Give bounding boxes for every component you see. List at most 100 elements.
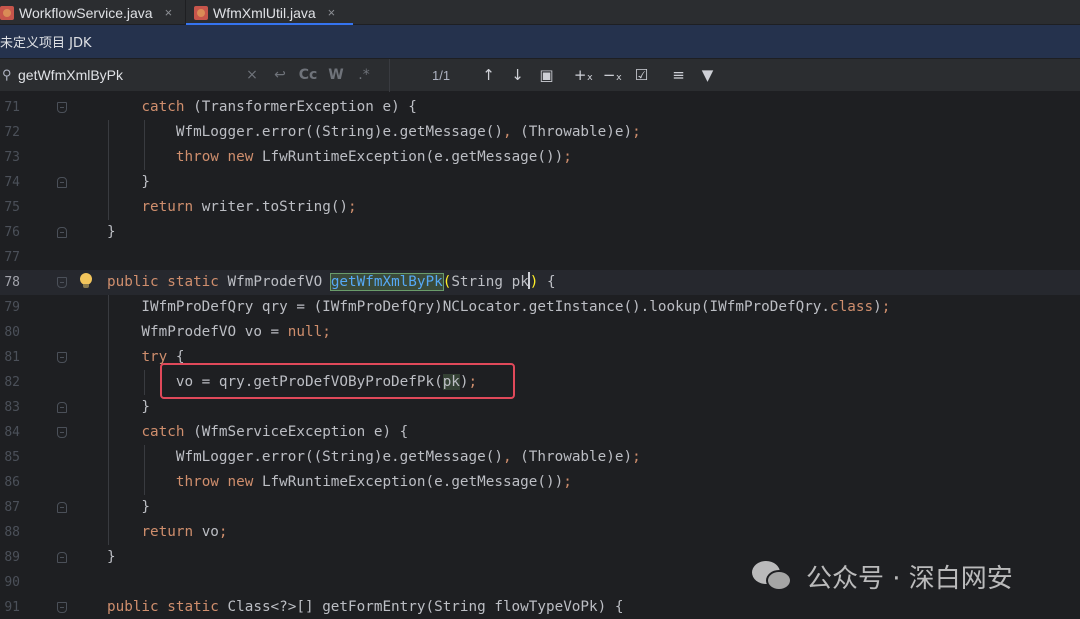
notification-text: 未定义项目 JDK bbox=[0, 36, 92, 51]
line-number: 89 bbox=[4, 550, 20, 565]
code-text: return vo; bbox=[141, 524, 228, 540]
line-number: 91 bbox=[4, 600, 20, 615]
indent-guide bbox=[144, 445, 145, 495]
fold-icon[interactable] bbox=[57, 177, 67, 188]
code-text: } bbox=[107, 224, 116, 240]
code-line: 73 throw new LfwRuntimeException(e.getMe… bbox=[0, 145, 1080, 170]
fold-icon[interactable] bbox=[57, 227, 67, 238]
fold-icon[interactable] bbox=[57, 552, 67, 563]
fold-icon[interactable] bbox=[57, 277, 67, 288]
code-line: 75 return writer.toString(); bbox=[0, 195, 1080, 220]
remove-occurrence-icon[interactable]: −ₓ bbox=[598, 66, 627, 84]
code-text: public static WfmProdefVO getWfmXmlByPk(… bbox=[107, 272, 556, 291]
tab-wfmxmlutil[interactable]: WfmXmlUtil.java × bbox=[186, 0, 353, 26]
code-text: } bbox=[107, 499, 151, 515]
fold-icon[interactable] bbox=[57, 102, 67, 113]
line-number: 74 bbox=[4, 175, 20, 190]
regex-button[interactable]: .* bbox=[350, 67, 378, 83]
code-line: 72 WfmLogger.error((String)e.getMessage(… bbox=[0, 120, 1080, 145]
tab-label: WfmXmlUtil.java bbox=[213, 4, 316, 21]
watermark-text: 公众号 · 深白网安 bbox=[806, 563, 1013, 594]
match-count: 1/1 bbox=[432, 67, 451, 83]
line-number: 85 bbox=[4, 450, 20, 465]
line-number: 71 bbox=[4, 100, 20, 115]
close-icon[interactable]: × bbox=[328, 5, 336, 20]
lightbulb-icon[interactable] bbox=[79, 273, 93, 290]
select-all-occurrences-icon[interactable]: ▣ bbox=[532, 66, 561, 84]
code-line: 80 WfmProdefVO vo = null; bbox=[0, 320, 1080, 345]
search-input[interactable] bbox=[18, 67, 238, 83]
java-file-icon bbox=[194, 5, 208, 20]
wechat-logo-icon bbox=[752, 557, 796, 595]
indent-guide bbox=[144, 370, 145, 395]
find-toolbar: ⚲ × ↩ Cc W .* 1/1 ↑ ↓ ▣ +ₓ −ₓ ☑ ≡ ▼ bbox=[0, 58, 1080, 92]
clear-search-icon[interactable]: × bbox=[238, 67, 266, 83]
code-line: 76 } bbox=[0, 220, 1080, 245]
fold-icon[interactable] bbox=[57, 502, 67, 513]
search-icon[interactable]: ⚲ bbox=[2, 67, 16, 83]
line-number: 72 bbox=[4, 125, 20, 140]
fold-icon[interactable] bbox=[57, 402, 67, 413]
new-line-icon[interactable]: ↩ bbox=[266, 67, 294, 83]
add-occurrence-icon[interactable]: +ₓ bbox=[569, 66, 598, 84]
previous-occurrence-icon[interactable]: ↑ bbox=[474, 66, 503, 84]
code-editor[interactable]: 71 catch (TransformerException e) { 72 W… bbox=[0, 92, 1080, 619]
fold-icon[interactable] bbox=[57, 602, 67, 613]
line-number: 82 bbox=[4, 375, 20, 390]
code-text: return writer.toString(); bbox=[141, 199, 357, 215]
line-number: 86 bbox=[4, 475, 20, 490]
code-line: 79 IWfmProDefQry qry = (IWfmProDefQry)NC… bbox=[0, 295, 1080, 320]
code-line: 85 WfmLogger.error((String)e.getMessage(… bbox=[0, 445, 1080, 470]
code-text: } bbox=[107, 174, 151, 190]
line-number: 80 bbox=[4, 325, 20, 340]
code-line: 87 } bbox=[0, 495, 1080, 520]
line-number: 78 bbox=[4, 275, 20, 290]
fold-icon[interactable] bbox=[57, 427, 67, 438]
code-line: 86 throw new LfwRuntimeException(e.getMe… bbox=[0, 470, 1080, 495]
code-text: WfmProdefVO vo = null; bbox=[107, 324, 331, 340]
code-line: 74 } bbox=[0, 170, 1080, 195]
close-icon[interactable]: × bbox=[165, 5, 173, 20]
code-text: IWfmProDefQry qry = (IWfmProDefQry)NCLoc… bbox=[107, 299, 891, 315]
code-text: catch (TransformerException e) { bbox=[141, 99, 417, 115]
next-occurrence-icon[interactable]: ↓ bbox=[503, 66, 532, 84]
line-number: 73 bbox=[4, 150, 20, 165]
highlight-annotation-box bbox=[160, 363, 515, 399]
code-line: 71 catch (TransformerException e) { bbox=[0, 95, 1080, 120]
editor-tab-bar: WorkflowService.java × WfmXmlUtil.java × bbox=[0, 0, 1080, 26]
code-text: WfmLogger.error((String)e.getMessage(), … bbox=[107, 449, 641, 465]
code-text: } bbox=[107, 399, 151, 415]
search-field-group: ⚲ × ↩ Cc W .* bbox=[0, 58, 390, 92]
line-number: 79 bbox=[4, 300, 20, 315]
code-text: public static Class<?>[] getFormEntry(St… bbox=[107, 599, 624, 615]
code-line-current: 78 public static WfmProdefVO getWfmXmlBy… bbox=[0, 270, 1080, 295]
code-line: 84 catch (WfmServiceException e) { bbox=[0, 420, 1080, 445]
jdk-notification-bar: 未定义项目 JDK bbox=[0, 25, 1080, 59]
line-number: 90 bbox=[4, 575, 20, 590]
tab-label: WorkflowService.java bbox=[19, 4, 153, 21]
java-file-icon bbox=[0, 5, 14, 20]
whole-words-button[interactable]: W bbox=[322, 67, 350, 83]
indent-guide bbox=[108, 120, 109, 220]
filter-icon[interactable]: ▼ bbox=[693, 66, 722, 84]
code-text: } bbox=[107, 549, 116, 565]
line-number: 88 bbox=[4, 525, 20, 540]
line-number: 76 bbox=[4, 225, 20, 240]
line-number: 84 bbox=[4, 425, 20, 440]
fold-icon[interactable] bbox=[57, 352, 67, 363]
line-number: 77 bbox=[4, 250, 20, 265]
match-case-button[interactable]: Cc bbox=[294, 67, 322, 83]
code-text: throw new LfwRuntimeException(e.getMessa… bbox=[175, 149, 572, 165]
code-line: 88 return vo; bbox=[0, 520, 1080, 545]
indent-guide bbox=[108, 295, 109, 545]
line-number: 83 bbox=[4, 400, 20, 415]
search-options-icon[interactable]: ≡ bbox=[664, 66, 693, 84]
code-text: throw new LfwRuntimeException(e.getMessa… bbox=[175, 474, 572, 490]
code-text: catch (WfmServiceException e) { bbox=[141, 424, 409, 440]
line-number: 87 bbox=[4, 500, 20, 515]
wechat-watermark: 公众号 · 深白网安 bbox=[752, 551, 1013, 601]
line-number: 81 bbox=[4, 350, 20, 365]
tab-workflowservice[interactable]: WorkflowService.java × bbox=[0, 0, 185, 25]
select-all-icon[interactable]: ☑ bbox=[627, 66, 656, 84]
code-line: 77 bbox=[0, 245, 1080, 270]
